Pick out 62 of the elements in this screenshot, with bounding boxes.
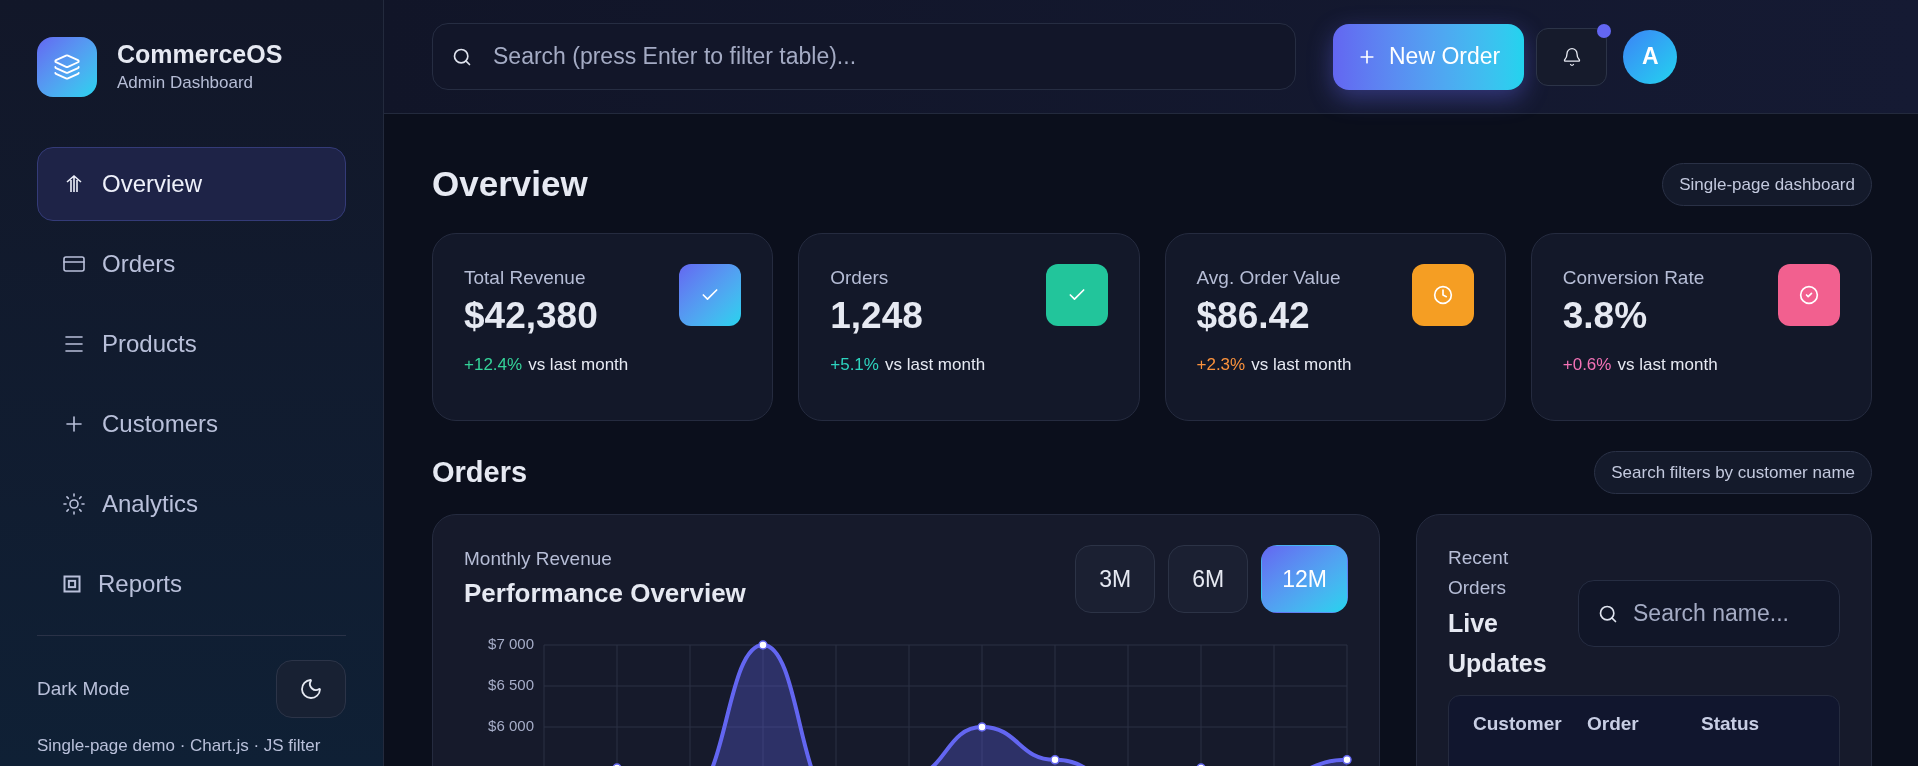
nav-item[interactable]: Products xyxy=(37,307,346,381)
column-header: Order xyxy=(1587,712,1640,736)
stat-value: $42,380 xyxy=(464,294,598,338)
logo-icon xyxy=(37,37,97,97)
name-search-field[interactable]: Search name... xyxy=(1578,579,1840,647)
y-axis-label: $6 500 xyxy=(488,675,534,693)
y-axis-label: $7 000 xyxy=(488,634,534,652)
stat-note: vs last month xyxy=(1617,354,1718,376)
check-icon xyxy=(679,263,742,326)
footer-note: Single-page demo · Chart.js · JS filter xyxy=(37,735,322,757)
data-point xyxy=(1196,763,1206,766)
nav-item[interactable]: Overview xyxy=(37,147,346,221)
data-point xyxy=(758,640,768,650)
stat-value: $86.42 xyxy=(1196,294,1311,338)
stat-label: Conversion Rate xyxy=(1562,265,1705,290)
moon-icon xyxy=(299,677,323,701)
data-point xyxy=(1050,755,1060,765)
sun-icon xyxy=(62,492,86,516)
stat-note: vs last month xyxy=(1251,354,1352,376)
range-tab[interactable]: 6M xyxy=(1168,545,1249,613)
section-tag: Search filters by customer name xyxy=(1594,450,1872,494)
data-point xyxy=(1342,755,1352,765)
search-icon xyxy=(452,47,472,67)
stat-change: +12.4% xyxy=(464,354,523,376)
nav-item[interactable]: Reports xyxy=(37,547,346,621)
stat-change: +5.1% xyxy=(830,354,879,376)
range-tab[interactable]: 3M xyxy=(1075,545,1156,613)
card-title: Live Updates xyxy=(1448,608,1548,679)
stat-value: 1,248 xyxy=(830,294,923,338)
stat-change: +2.3% xyxy=(1196,354,1246,376)
data-point xyxy=(612,763,622,766)
page-tag: Single-page dashboard xyxy=(1662,162,1872,206)
chart-subtitle: Monthly Revenue xyxy=(464,547,613,571)
check-icon xyxy=(1045,263,1108,326)
stat-label: Total Revenue xyxy=(464,265,587,290)
search-field[interactable]: Search (press Enter to filter table)... xyxy=(432,23,1296,90)
stat-label: Orders xyxy=(830,265,890,290)
stat-note: vs last month xyxy=(528,354,629,376)
page-title: Overview xyxy=(432,163,588,205)
stat-value: 3.8% xyxy=(1562,294,1649,338)
theme-toggle-button[interactable] xyxy=(276,660,346,718)
data-point xyxy=(977,722,987,732)
notifications-button[interactable] xyxy=(1536,27,1608,86)
chart-title: Performance Overview xyxy=(464,576,746,610)
stat-label: Avg. Order Value xyxy=(1196,265,1341,290)
section-title: Orders xyxy=(432,454,528,490)
stat-note: vs last month xyxy=(884,354,986,376)
nav-item[interactable]: Analytics xyxy=(37,467,346,541)
column-header: Customer xyxy=(1473,712,1563,736)
bell-icon xyxy=(1561,46,1582,67)
search-icon xyxy=(1598,603,1618,624)
nav-item[interactable]: Customers xyxy=(37,387,346,461)
column-header: Status xyxy=(1701,712,1761,736)
y-axis-label: $6 000 xyxy=(488,716,534,734)
brand-subtitle: Admin Dashboard xyxy=(117,72,255,95)
nav-item[interactable]: Orders xyxy=(37,227,346,301)
card-subtitle: Recent Orders xyxy=(1448,546,1510,600)
clock-icon xyxy=(1411,263,1474,326)
brand-name: CommerceOS xyxy=(117,39,283,71)
square-icon xyxy=(62,574,82,594)
stat-change: +0.6% xyxy=(1562,354,1612,376)
dark-mode-label: Dark Mode xyxy=(37,676,130,701)
